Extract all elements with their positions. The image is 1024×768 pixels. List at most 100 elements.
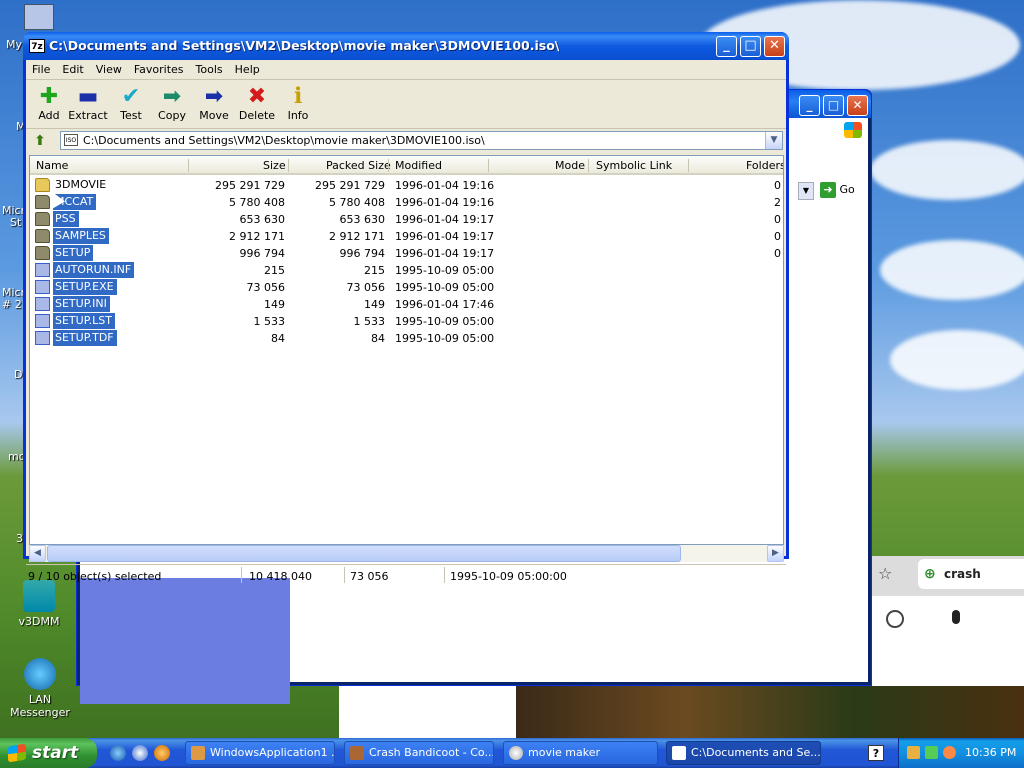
ie-quicklaunch-icon[interactable] (110, 745, 126, 761)
magnifier-icon[interactable] (886, 610, 904, 628)
desktop-label-2[interactable]: # 2 (2, 298, 22, 311)
file-size: 996 794 (239, 247, 286, 260)
browser-quicklaunch-icon[interactable] (132, 745, 148, 761)
my-computer-icon[interactable] (24, 4, 54, 30)
table-row[interactable]: AUTORUN.INF 215 215 1995-10-09 05:00 (30, 262, 783, 279)
menu-help[interactable]: Help (229, 60, 266, 76)
address-combobox[interactable]: ISO C:\Documents and Settings\VM2\Deskto… (60, 131, 783, 150)
table-row[interactable]: SETUP.EXE 73 056 73 056 1995-10-09 05:00 (30, 279, 783, 296)
sevenzip-window[interactable]: 7z C:\Documents and Settings\VM2\Desktop… (23, 32, 789, 583)
menu-tools[interactable]: Tools (190, 60, 229, 76)
file-list[interactable]: Name Size Packed Size Modified Mode Symb… (29, 155, 784, 545)
column-modified[interactable]: Modified (395, 159, 442, 172)
clock[interactable]: 10:36 PM (965, 746, 1016, 759)
delete-button[interactable]: ✖ Delete (237, 85, 277, 123)
chevron-down-icon[interactable]: ▼ (765, 132, 782, 149)
minimize-button[interactable]: _ (716, 36, 737, 57)
file-name: PSS (53, 211, 79, 227)
go-button[interactable]: ➜ Go (820, 182, 870, 202)
table-row[interactable]: SETUP 996 794 996 794 1996-01-04 19:17 0 (30, 245, 783, 262)
browser-search-tab[interactable]: ⊕ crash bandic (918, 559, 1024, 611)
test-button[interactable]: ✔ Test (116, 85, 146, 123)
tray-network-icon[interactable] (907, 746, 920, 759)
file-modified: 1996-01-04 19:17 (395, 213, 495, 226)
file-folders: 2 (774, 196, 781, 209)
tray-lan-icon[interactable] (925, 746, 938, 759)
column-packed-size[interactable]: Packed Size (326, 159, 391, 172)
tray-search-icon[interactable] (943, 746, 956, 759)
microphone-icon[interactable] (952, 610, 960, 624)
sevenzip-app-icon[interactable]: 7z (29, 39, 45, 53)
table-row[interactable]: SETUP.LST 1 533 1 533 1995-10-09 05:00 (30, 313, 783, 330)
task-movie-maker[interactable]: movie maker (503, 741, 658, 765)
task-crash-bandicoot[interactable]: Crash Bandicoot - Co... (344, 741, 494, 765)
file-size: 215 (264, 264, 285, 277)
window-titlebar[interactable]: 7z C:\Documents and Settings\VM2\Desktop… (23, 32, 789, 60)
table-row[interactable]: PSS 653 630 653 630 1996-01-04 19:17 0 (30, 211, 783, 228)
info-icon: ℹ (293, 84, 303, 109)
star-bookmark-icon[interactable]: ☆ (878, 564, 892, 583)
start-button[interactable]: start (0, 738, 97, 768)
copy-button[interactable]: ➡ Copy (157, 85, 187, 123)
sevenzip-icon (672, 746, 686, 760)
task-windowsapplication1[interactable]: WindowsApplication1 ... (185, 741, 335, 765)
file-modified: 1995-10-09 05:00 (395, 281, 495, 294)
file-name: SETUP.LST (53, 313, 115, 329)
menu-edit[interactable]: Edit (56, 60, 89, 76)
menu-view[interactable]: View (90, 60, 128, 76)
media-quicklaunch-icon[interactable] (154, 745, 170, 761)
file-size: 1 533 (253, 315, 286, 328)
scroll-left-icon[interactable]: ◀ (29, 545, 46, 562)
file-packed-size: 84 (371, 332, 385, 345)
table-row[interactable]: SAMPLES 2 912 171 2 912 171 1996-01-04 19:1… (30, 228, 783, 245)
address-dropdown-icon[interactable]: ▼ (798, 182, 814, 200)
column-name[interactable]: Name (36, 159, 68, 172)
file-icon (35, 280, 50, 294)
desktop-label-my[interactable]: My (6, 38, 22, 51)
task-label: WindowsApplication1 ... (210, 746, 335, 759)
menu-favorites[interactable]: Favorites (128, 60, 190, 76)
column-size[interactable]: Size (263, 159, 286, 172)
close-button[interactable]: ✕ (764, 36, 785, 57)
maximize-icon[interactable]: □ (823, 95, 844, 116)
extract-button[interactable]: ▬ Extract (68, 85, 108, 123)
column-folders[interactable]: Folders (746, 159, 783, 172)
folder-up-icon[interactable]: ⬆ (31, 132, 49, 150)
task-sevenzip[interactable]: C:\Documents and Se... (666, 741, 821, 765)
minimize-icon[interactable]: _ (799, 95, 820, 116)
file-modified: 1995-10-09 05:00 (395, 264, 495, 277)
go-arrow-icon: ➜ (820, 182, 836, 198)
table-row[interactable]: SETUP.INI 149 149 1996-01-04 17:46 (30, 296, 783, 313)
desktop-label-st[interactable]: St (10, 216, 21, 229)
column-header-row: Name Size Packed Size Modified Mode Symb… (30, 156, 783, 175)
file-packed-size: 653 630 (339, 213, 386, 226)
table-row[interactable]: SETUP.TDF 84 84 1995-10-09 05:00 (30, 330, 783, 347)
scroll-right-icon[interactable]: ▶ (767, 545, 784, 562)
desktop-label-d[interactable]: D (14, 368, 22, 381)
maximize-button[interactable]: □ (740, 36, 761, 57)
file-size: 653 630 (239, 213, 286, 226)
move-arrow-icon: ➡ (204, 84, 224, 109)
scroll-thumb[interactable] (47, 545, 681, 562)
horizontal-scrollbar[interactable]: ◀ ▶ (29, 545, 784, 562)
column-symbolic-link[interactable]: Symbolic Link (596, 159, 672, 172)
file-icon (35, 314, 50, 328)
info-button[interactable]: ℹ Info (284, 84, 312, 123)
move-button[interactable]: ➡ Move (198, 84, 230, 123)
table-row[interactable]: 3DMOVIE 295 291 729 295 291 729 1996-01-04 … (30, 177, 783, 194)
system-tray: 10:36 PM (898, 738, 1024, 768)
task-label: C:\Documents and Se... (691, 746, 821, 759)
menu-file[interactable]: File (26, 60, 56, 76)
column-mode[interactable]: Mode (555, 159, 585, 172)
close-icon[interactable]: ✕ (847, 95, 868, 116)
file-modified: 1996-01-04 19:16 (395, 179, 495, 192)
add-button[interactable]: ✚ Add (34, 85, 64, 123)
status-selection: 9 / 10 object(s) selected (28, 570, 162, 583)
help-icon[interactable]: ? (868, 745, 884, 761)
desktop-label-3[interactable]: 3 (16, 532, 23, 545)
file-icon (35, 297, 50, 311)
table-row[interactable]: MCCAT 5 780 408 5 780 408 1996-01-04 19:16 2 (30, 194, 783, 211)
desktop-icon-lan-messenger[interactable]: LAN Messenger (2, 658, 78, 719)
desktop-icon-v3dmm[interactable]: v3DMM (4, 580, 74, 628)
file-name: SETUP.EXE (53, 279, 117, 295)
